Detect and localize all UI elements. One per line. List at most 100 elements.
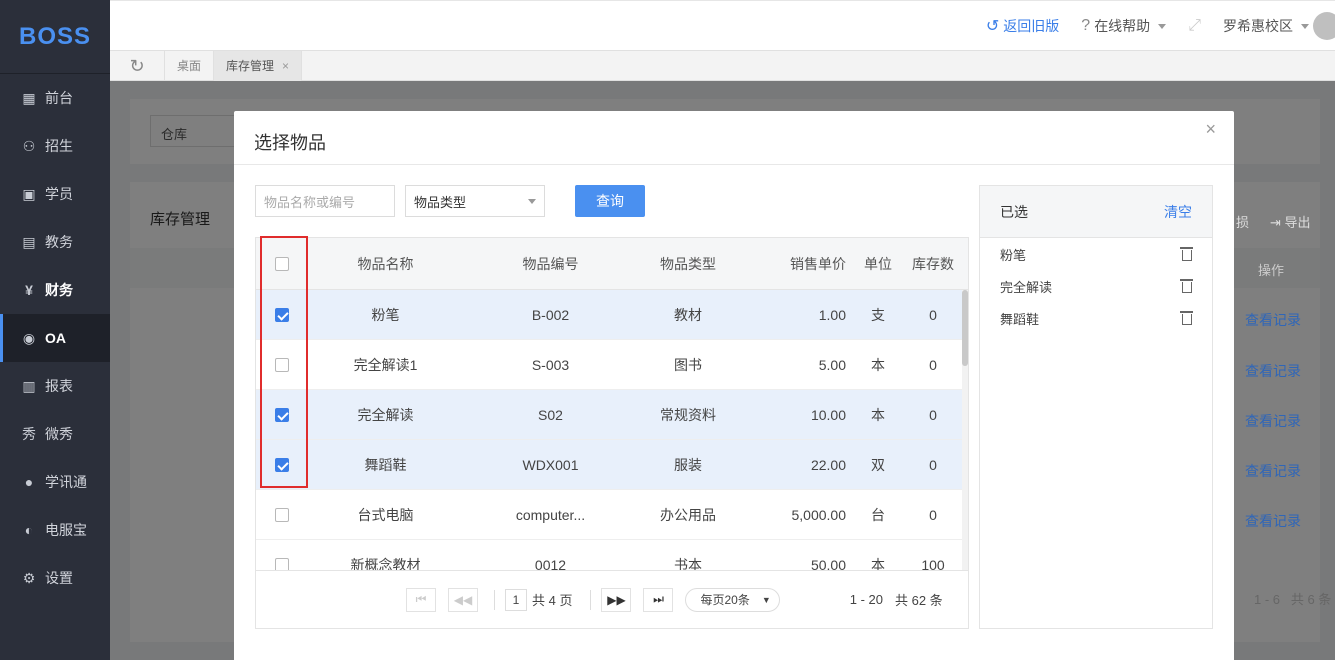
page-number-input[interactable]: 1 bbox=[505, 588, 527, 611]
sidebar-item-label: 学员 bbox=[45, 186, 73, 202]
logo[interactable]: BOSS bbox=[0, 0, 110, 74]
back-old-version-link[interactable]: ↺ 返回旧版 bbox=[986, 16, 1059, 36]
query-button[interactable]: 查询 bbox=[575, 185, 645, 217]
close-icon[interactable]: × bbox=[1205, 119, 1216, 140]
campus-dropdown[interactable]: 罗希惠校区 bbox=[1223, 12, 1335, 40]
pager-divider bbox=[590, 589, 592, 610]
sidebar-item-dianfubao[interactable]: ◐ 电服宝 bbox=[0, 506, 110, 554]
cell-type: 常规资料 bbox=[660, 406, 716, 423]
table-row[interactable]: 新概念教材 0012 书本 50.00 本 100 bbox=[256, 540, 968, 570]
view-record-link[interactable]: 查看记录 bbox=[1245, 461, 1301, 481]
view-record-link[interactable]: 查看记录 bbox=[1245, 310, 1301, 330]
row-checkbox[interactable] bbox=[256, 557, 308, 570]
tab-desktop[interactable]: 桌面 bbox=[165, 50, 215, 81]
cell-name: 完全解读 bbox=[357, 406, 414, 423]
online-help-dropdown[interactable]: ? 在线帮助 bbox=[1081, 16, 1167, 36]
back-old-version-label: 返回旧版 bbox=[1003, 18, 1060, 34]
cell-price: 5,000.00 bbox=[791, 506, 847, 523]
table-scrollbar[interactable] bbox=[962, 290, 968, 570]
sidebar-item-settings[interactable]: ⚙ 设置 bbox=[0, 554, 110, 602]
cell-price: 5.00 bbox=[818, 356, 846, 373]
cell-stock: 0 bbox=[929, 356, 937, 373]
total-count: 共 62 条 bbox=[895, 593, 943, 608]
close-icon[interactable]: × bbox=[282, 59, 289, 73]
gear-icon: ⚙ bbox=[22, 569, 36, 586]
cell-type: 办公用品 bbox=[660, 506, 716, 523]
user-add-icon: ⚇ bbox=[22, 137, 36, 154]
prev-page-icon[interactable]: ◀◀ bbox=[448, 587, 478, 612]
sidebar-item-enroll[interactable]: ⚇ 招生 bbox=[0, 122, 110, 170]
cell-code: S02 bbox=[538, 406, 563, 423]
selected-list: 粉笔 完全解读 舞蹈鞋 bbox=[980, 238, 1212, 334]
clear-button[interactable]: 清空 bbox=[1164, 202, 1192, 222]
checkbox[interactable] bbox=[275, 507, 289, 522]
table-row[interactable]: 台式电脑 computer... 办公用品 5,000.00 台 0 bbox=[256, 490, 968, 540]
sidebar-item-weixiu[interactable]: 秀微秀 bbox=[0, 410, 110, 458]
chevron-down-icon bbox=[1301, 23, 1309, 29]
cell-type: 服装 bbox=[674, 456, 702, 473]
sidebar-item-label: 设置 bbox=[45, 570, 73, 586]
loss-button[interactable]: 损 bbox=[1236, 212, 1249, 231]
refresh-icon[interactable]: ↻ bbox=[110, 50, 165, 81]
view-record-link[interactable]: 查看记录 bbox=[1245, 411, 1301, 431]
item-type-select[interactable]: 物品类型 bbox=[405, 185, 545, 217]
sidebar-nav: ▦ 前台 ⚇ 招生 ▣ 学员 ▤ 教务 ¥ 财务 ◉ OA ▥ 报表 秀微秀 ● 学讯通 ◐ 电服… bbox=[0, 74, 110, 602]
table-body[interactable]: 粉笔 B-002 教材 1.00 支 0 完全解读1 S-003 图书 5.00… bbox=[256, 290, 968, 570]
cell-unit: 本 bbox=[871, 406, 885, 423]
sidebar-item-label: 教务 bbox=[45, 234, 73, 250]
pin-icon: ● bbox=[24, 474, 34, 490]
cell-stock: 100 bbox=[921, 556, 945, 571]
sidebar-item-finance[interactable]: ¥ 财务 bbox=[0, 266, 110, 314]
cell-code: B-002 bbox=[531, 306, 570, 323]
items-table: 物品名称 物品编号 物品类型 销售单价 单位 库存数 粉笔 B-002 教材 1… bbox=[255, 236, 969, 629]
help-icon: ? bbox=[1081, 17, 1091, 34]
cell-price: 1.00 bbox=[818, 306, 846, 323]
table-row[interactable]: 舞蹈鞋 WDX001 服装 22.00 双 0 bbox=[256, 440, 968, 490]
cell-name: 粉笔 bbox=[371, 306, 400, 323]
next-page-icon[interactable]: ▶▶ bbox=[601, 587, 632, 612]
row-checkbox[interactable] bbox=[256, 507, 308, 522]
fullscreen-button[interactable]: ⤢ bbox=[1188, 17, 1201, 35]
show-icon: 秀 bbox=[22, 426, 36, 442]
table-row[interactable]: 完全解读1 S-003 图书 5.00 本 0 bbox=[256, 340, 968, 390]
top-header: ↺ 返回旧版 ? 在线帮助 ⤢ 罗希惠校区 bbox=[110, 0, 1335, 50]
cell-name: 完全解读1 bbox=[353, 356, 418, 373]
first-page-icon[interactable]: ⏮ bbox=[406, 587, 436, 612]
yen-icon: ¥ bbox=[25, 282, 33, 298]
selected-item-label: 完全解读 bbox=[1000, 279, 1053, 295]
sidebar-item-frontdesk[interactable]: ▦ 前台 bbox=[0, 74, 110, 122]
checkbox[interactable] bbox=[275, 557, 289, 570]
sidebar-item-reports[interactable]: ▥ 报表 bbox=[0, 362, 110, 410]
calendar-icon: ▦ bbox=[22, 89, 36, 106]
sidebar-item-academic[interactable]: ▤ 教务 bbox=[0, 218, 110, 266]
table-row[interactable]: 完全解读 S02 常规资料 10.00 本 0 bbox=[256, 390, 968, 440]
sidebar-item-label: OA bbox=[45, 330, 66, 346]
page-size-select[interactable]: 每页20条 ▼ bbox=[685, 587, 780, 612]
view-record-link[interactable]: 查看记录 bbox=[1245, 511, 1301, 531]
loss-label: 损 bbox=[1236, 215, 1250, 230]
page-range: 1 - 20 bbox=[849, 592, 883, 607]
trash-icon[interactable] bbox=[1180, 311, 1193, 325]
pager-divider bbox=[494, 589, 495, 610]
search-input[interactable]: 物品名称或编号 bbox=[255, 185, 395, 217]
cell-stock: 0 bbox=[929, 456, 937, 473]
export-button[interactable]: ⇥ 导出 bbox=[1270, 212, 1311, 231]
id-card-icon: ▣ bbox=[22, 185, 36, 202]
sidebar-item-xuexuntong[interactable]: ● 学讯通 bbox=[0, 458, 110, 506]
sidebar-item-oa[interactable]: ◉ OA bbox=[0, 314, 110, 362]
cell-name: 舞蹈鞋 bbox=[364, 456, 407, 473]
trash-icon[interactable] bbox=[1180, 247, 1193, 261]
view-record-link[interactable]: 查看记录 bbox=[1245, 361, 1301, 381]
page-size-label: 每页20条 bbox=[700, 593, 750, 607]
chevron-down-icon: ▼ bbox=[761, 594, 771, 605]
avatar[interactable] bbox=[1313, 12, 1335, 40]
trash-icon[interactable] bbox=[1180, 279, 1193, 293]
tab-inventory[interactable]: 库存管理 × bbox=[214, 50, 303, 81]
scrollbar-thumb[interactable] bbox=[962, 290, 968, 366]
selected-item-label: 粉笔 bbox=[1000, 247, 1027, 263]
cell-name: 新概念教材 bbox=[350, 556, 421, 571]
sidebar-item-students[interactable]: ▣ 学员 bbox=[0, 170, 110, 218]
last-page-icon[interactable]: ⏭ bbox=[643, 587, 674, 612]
table-row[interactable]: 粉笔 B-002 教材 1.00 支 0 bbox=[256, 290, 968, 340]
tabs-bar: ↻ 桌面 库存管理 × bbox=[110, 50, 1335, 81]
